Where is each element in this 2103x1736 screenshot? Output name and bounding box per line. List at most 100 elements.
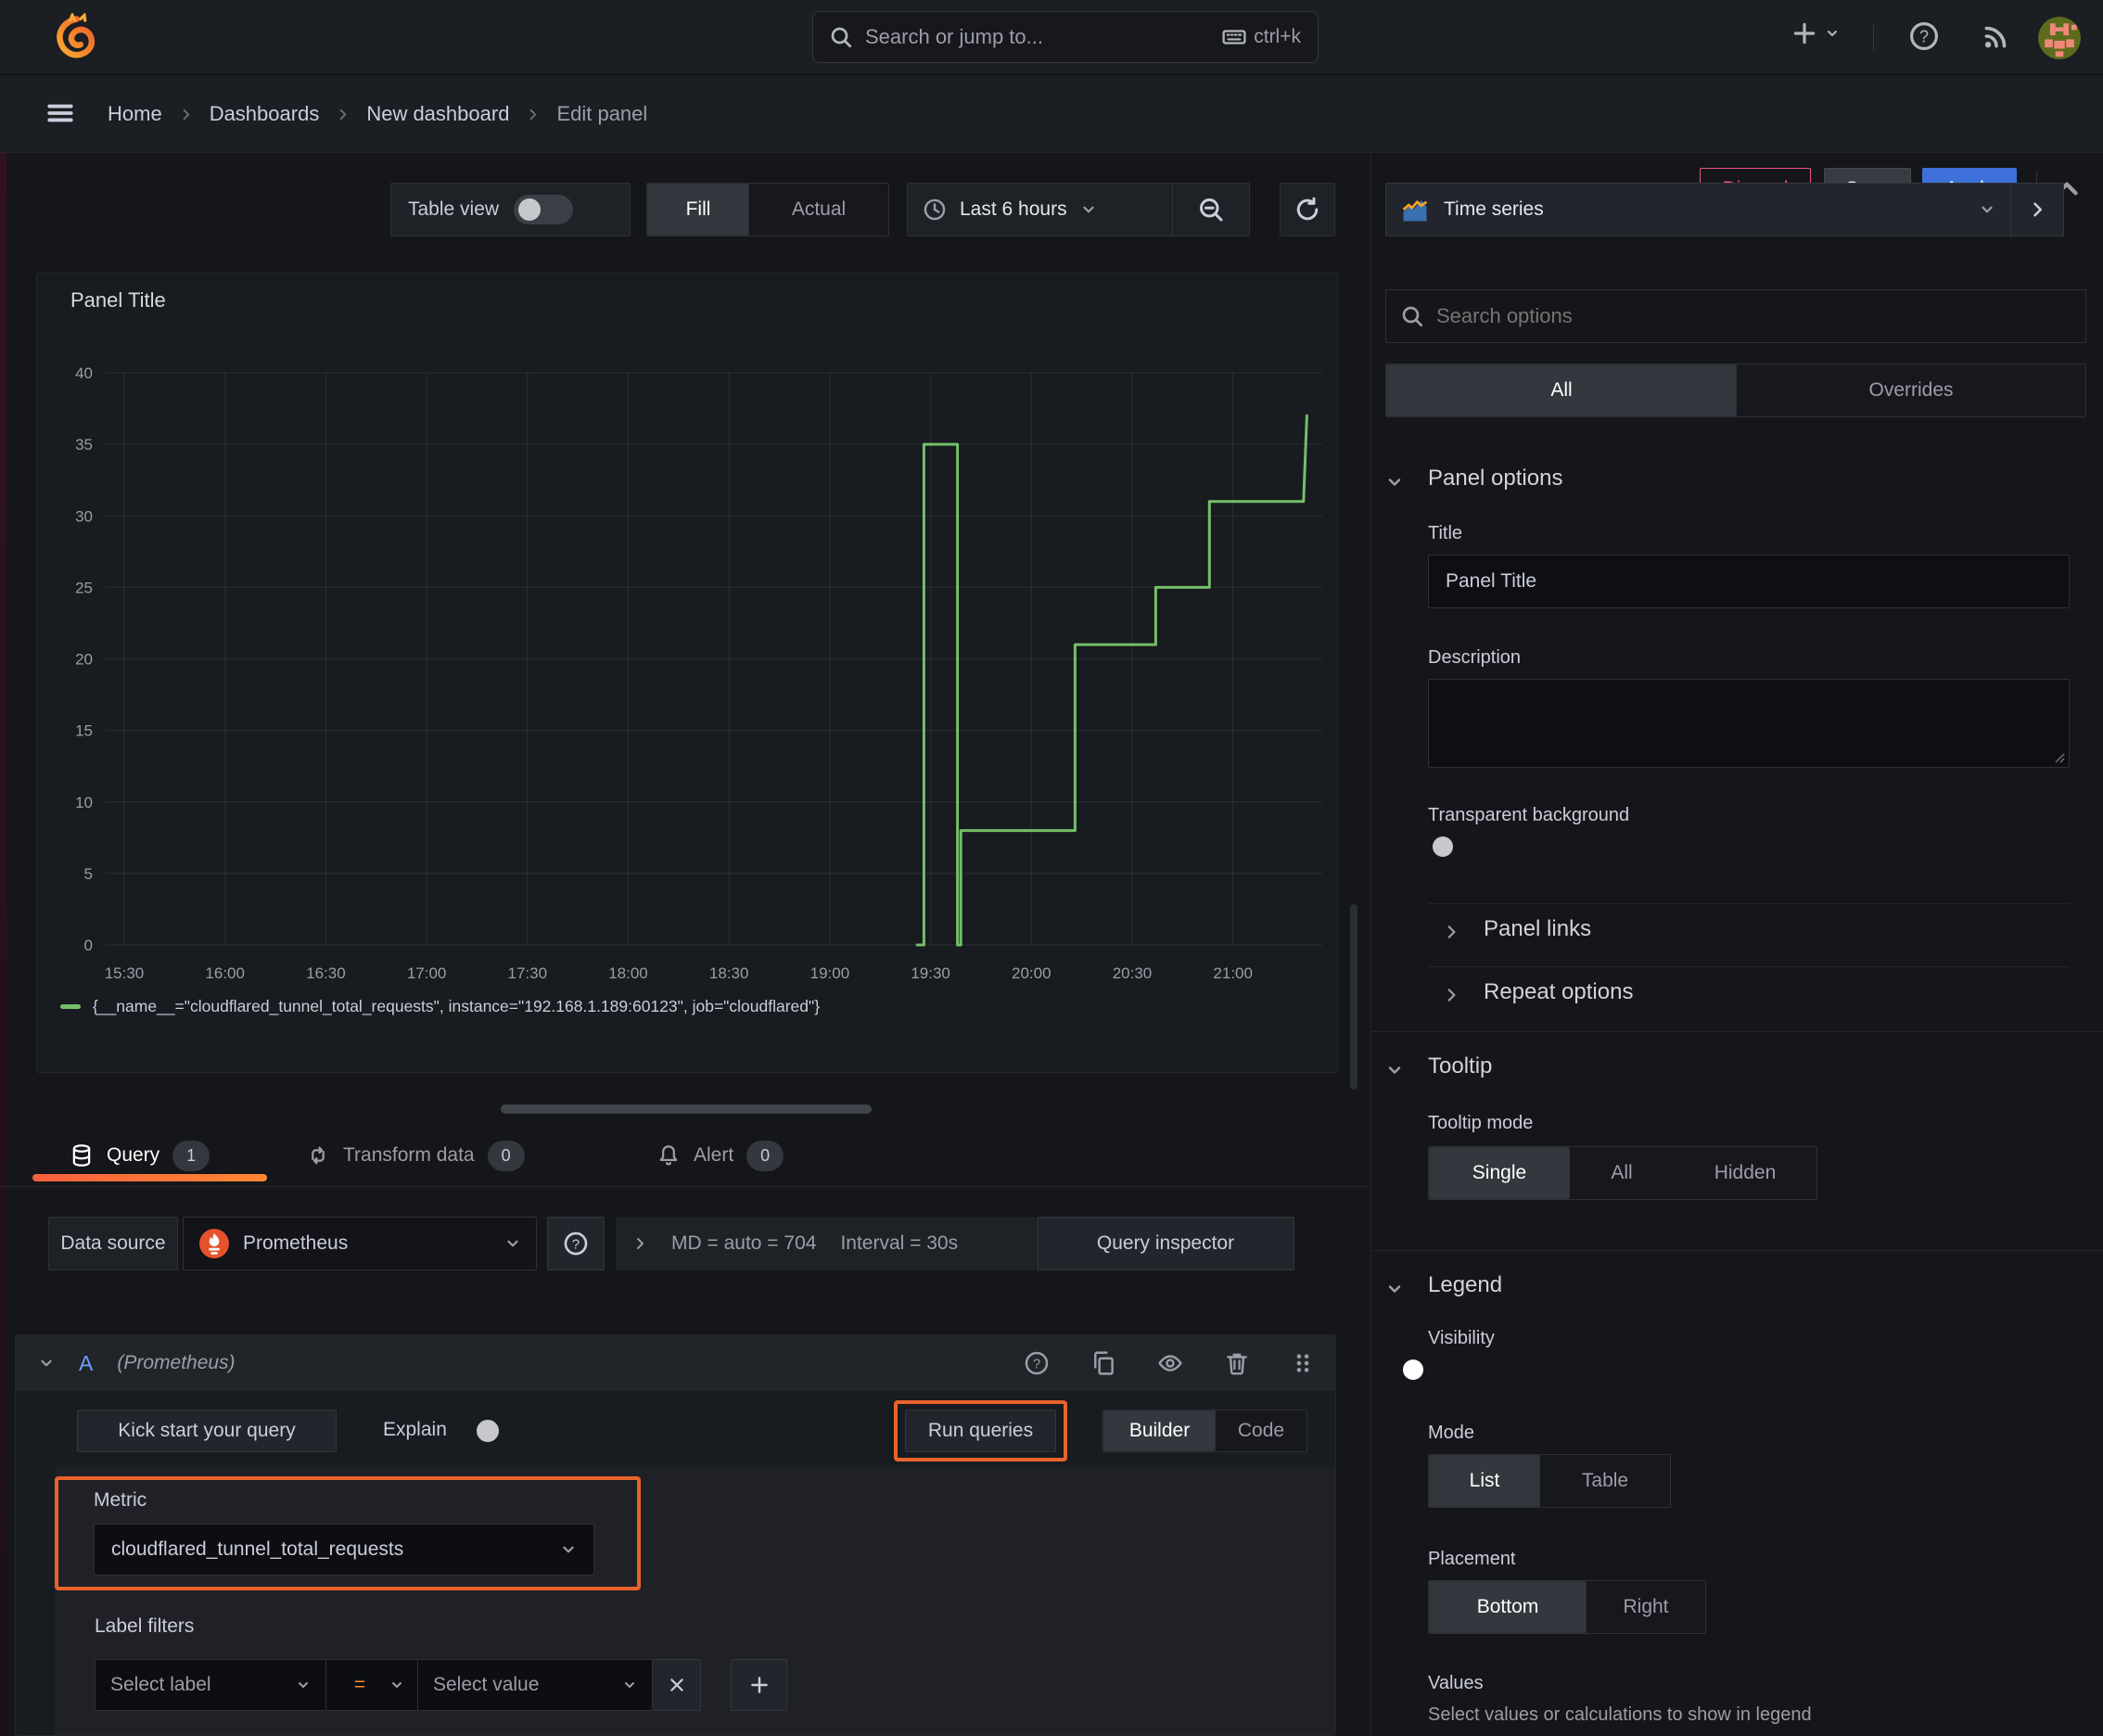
datasource-name: Prometheus — [243, 1232, 349, 1254]
label-filter-select-value[interactable]: Select value — [418, 1659, 653, 1711]
panel-links-row[interactable]: Panel links — [1484, 916, 1591, 942]
builder-mode[interactable]: Builder — [1103, 1410, 1216, 1451]
chevron-down-icon — [622, 1678, 637, 1692]
legend-mode-list[interactable]: List — [1429, 1455, 1540, 1507]
tooltip-mode-single[interactable]: Single — [1429, 1147, 1570, 1199]
visualization-picker: Time series — [1385, 183, 2064, 236]
label-filter-select-label[interactable]: Select label — [95, 1659, 326, 1711]
svg-text:15:30: 15:30 — [105, 964, 145, 982]
svg-text:16:00: 16:00 — [205, 964, 245, 982]
fill-option[interactable]: Fill — [647, 184, 749, 236]
svg-text:35: 35 — [75, 436, 93, 453]
scrollbar-thumb[interactable] — [1350, 904, 1357, 1090]
collapse-options-pane-button[interactable] — [2011, 184, 2063, 236]
breadcrumb-dashboards[interactable]: Dashboards — [210, 102, 320, 126]
chevron-down-icon — [296, 1678, 311, 1692]
options-search-input[interactable] — [1436, 304, 2071, 328]
time-series-chart[interactable]: 0 5 10 15 20 25 30 35 40 15:30 16:00 16:30 17:00 17:3… — [37, 274, 1339, 1074]
breadcrumb-home[interactable]: Home — [108, 102, 162, 126]
hide-response-eye-icon[interactable] — [1157, 1350, 1183, 1376]
avatar[interactable] — [2038, 17, 2081, 59]
label-filter-operator[interactable]: = — [326, 1659, 418, 1711]
query-help-icon[interactable]: ? — [1024, 1350, 1050, 1376]
legend-placement-label: Placement — [1428, 1549, 1516, 1569]
table-view-label: Table view — [408, 198, 500, 220]
datasource-picker[interactable]: Prometheus — [183, 1217, 537, 1270]
help-icon[interactable]: ? — [1908, 20, 1940, 52]
description-textarea[interactable] — [1428, 679, 2070, 768]
chevron-right-icon — [336, 108, 350, 121]
fill-actual-switch: Fill Actual — [646, 183, 889, 236]
duplicate-query-icon[interactable] — [1090, 1350, 1116, 1376]
top-nav: ctrl+k ? — [0, 0, 2103, 75]
metric-label: Metric — [94, 1489, 147, 1511]
legend-mode-table[interactable]: Table — [1540, 1455, 1670, 1507]
svg-text:18:00: 18:00 — [608, 964, 648, 982]
code-mode[interactable]: Code — [1216, 1410, 1306, 1451]
options-tab-overrides[interactable]: Overrides — [1737, 364, 2085, 416]
search-input[interactable] — [865, 25, 1210, 49]
grafana-logo[interactable] — [50, 11, 102, 63]
label-filters-label: Label filters — [95, 1615, 195, 1637]
add-button[interactable] — [1791, 20, 1840, 46]
chevron-down-icon — [560, 1541, 577, 1558]
panel-title-input[interactable] — [1428, 555, 2070, 608]
section-divider — [1371, 1031, 2103, 1032]
transform-count-badge: 0 — [487, 1140, 525, 1171]
query-inspector-button[interactable]: Query inspector — [1037, 1217, 1294, 1270]
nav-divider — [1873, 24, 1874, 50]
add-filter-button[interactable] — [731, 1659, 787, 1711]
options-tab-all[interactable]: All — [1386, 364, 1737, 416]
collapse-query-chevron-icon[interactable] — [38, 1355, 55, 1372]
tooltip-mode-switch: Single All Hidden — [1428, 1146, 1817, 1200]
legend-values-hint: Select values or calculations to show in… — [1428, 1704, 1812, 1725]
expand-options-chevron-icon[interactable] — [632, 1236, 647, 1251]
news-rss-icon[interactable] — [1981, 20, 2012, 52]
datasource-help-button[interactable]: ? — [547, 1217, 605, 1270]
menu-hamburger-icon[interactable] — [45, 97, 76, 129]
transparent-background-label: Transparent background — [1428, 805, 1630, 825]
pane-divider[interactable] — [1370, 154, 1371, 1736]
time-range-label: Last 6 hours — [960, 198, 1067, 220]
legend-chevron-icon[interactable] — [1385, 1280, 1404, 1298]
actual-option[interactable]: Actual — [749, 184, 888, 236]
panel-links-chevron-icon[interactable] — [1443, 924, 1459, 940]
repeat-options-chevron-icon[interactable] — [1443, 987, 1459, 1003]
breadcrumb-bar: Home Dashboards New dashboard Edit panel… — [0, 75, 2103, 211]
kickstart-query-button[interactable]: Kick start your query — [77, 1410, 337, 1452]
legend-header[interactable]: Legend — [1428, 1272, 1502, 1298]
delete-query-trash-icon[interactable] — [1224, 1350, 1250, 1376]
legend-placement-bottom[interactable]: Bottom — [1429, 1581, 1587, 1633]
zoom-out-button[interactable] — [1173, 184, 1249, 236]
panel-options-header[interactable]: Panel options — [1428, 466, 1562, 491]
tooltip-header[interactable]: Tooltip — [1428, 1053, 1492, 1079]
remove-filter-button[interactable] — [653, 1659, 701, 1711]
table-view-toggle[interactable] — [514, 195, 574, 224]
chevron-down-icon — [1979, 201, 1995, 218]
legend-item[interactable]: {__name__="cloudflared_tunnel_total_requ… — [60, 997, 820, 1016]
metric-select[interactable]: cloudflared_tunnel_total_requests — [94, 1524, 594, 1576]
refresh-button[interactable] — [1280, 183, 1335, 236]
svg-text:30: 30 — [75, 507, 93, 525]
database-icon — [70, 1143, 94, 1168]
svg-text:19:00: 19:00 — [810, 964, 850, 982]
tooltip-mode-hidden[interactable]: Hidden — [1674, 1147, 1816, 1199]
breadcrumb-new-dashboard[interactable]: New dashboard — [366, 102, 509, 126]
pane-resize-handle[interactable] — [501, 1104, 872, 1114]
panel-options-chevron-icon[interactable] — [1385, 473, 1404, 491]
query-options-row: MD = auto = 704 Interval = 30s — [616, 1217, 1036, 1270]
run-queries-button[interactable]: Run queries — [905, 1410, 1056, 1452]
viz-select[interactable]: Time series — [1386, 184, 2010, 236]
tab-transform-data[interactable]: Transform data 0 — [306, 1124, 525, 1187]
tab-alert[interactable]: Alert 0 — [656, 1124, 784, 1187]
interval-stat: Interval = 30s — [840, 1232, 959, 1254]
drag-handle-grip-icon[interactable] — [1291, 1351, 1315, 1375]
time-range-picker[interactable]: Last 6 hours — [908, 184, 1172, 236]
chevron-down-icon — [1825, 26, 1840, 41]
svg-text:21:00: 21:00 — [1213, 964, 1253, 982]
repeat-options-row[interactable]: Repeat options — [1484, 979, 1633, 1005]
tooltip-mode-all[interactable]: All — [1570, 1147, 1674, 1199]
legend-placement-right[interactable]: Right — [1587, 1581, 1705, 1633]
clock-icon — [923, 198, 947, 222]
tooltip-chevron-icon[interactable] — [1385, 1061, 1404, 1079]
